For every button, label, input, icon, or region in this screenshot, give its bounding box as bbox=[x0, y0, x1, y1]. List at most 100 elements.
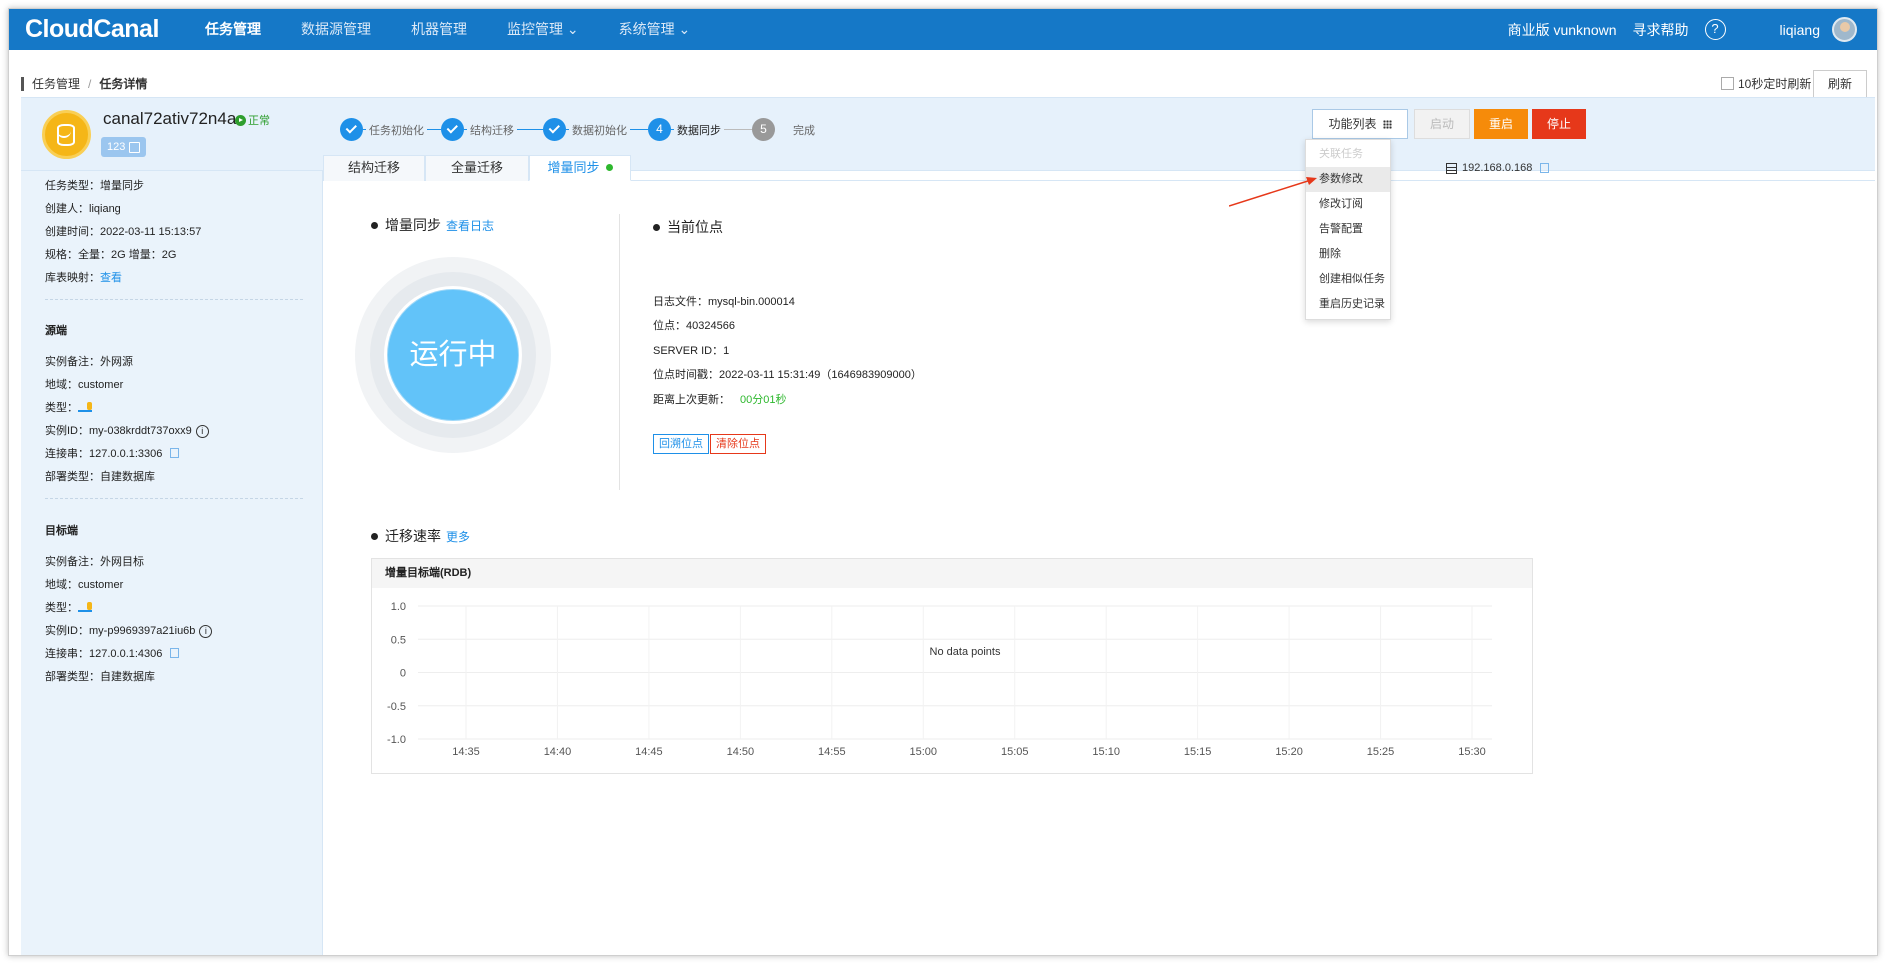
nav-item-machine[interactable]: 机器管理 bbox=[411, 9, 467, 50]
status-gauge: 运行中 bbox=[355, 257, 551, 453]
task-header: canal72ativ72n4a 正常 123 任务初始化 结构迁移 数据初始化… bbox=[21, 97, 1875, 171]
position-section-title: 当前位点 bbox=[653, 217, 723, 237]
edit-icon[interactable] bbox=[129, 141, 141, 153]
tab-bar: 结构迁移 全量迁移 增量同步 bbox=[323, 155, 631, 181]
target-deploy: 部署类型：自建数据库 bbox=[45, 671, 155, 683]
position-value: 位点：40324566 bbox=[653, 320, 735, 332]
rewind-position-button[interactable]: 回溯位点 bbox=[653, 434, 709, 454]
status-badge: 正常 bbox=[235, 112, 270, 128]
creator: 创建人：liqiang bbox=[45, 203, 121, 215]
task-tag[interactable]: 123 bbox=[101, 137, 147, 157]
step-label: 结构迁移 bbox=[470, 124, 514, 137]
view-mapping-link[interactable]: 查看 bbox=[100, 272, 122, 284]
x-tick-label: 14:35 bbox=[452, 746, 480, 758]
copy-icon[interactable] bbox=[170, 448, 180, 458]
chart-plot: 1.0 0.5 0 -0.5 -1.0 14:35 14:40 14:45 14:50 14:55… bbox=[387, 601, 1492, 758]
logo: CloudCanal bbox=[25, 15, 159, 43]
status-play-icon bbox=[235, 114, 246, 126]
x-tick-label: 15:15 bbox=[1184, 746, 1212, 758]
menu-item-delete[interactable]: 删除 bbox=[1306, 242, 1390, 267]
step-1: 任务初始化 bbox=[340, 118, 441, 141]
stop-button[interactable]: 停止 bbox=[1532, 109, 1586, 139]
copy-icon[interactable] bbox=[1540, 163, 1550, 173]
function-dropdown: 关联任务 参数修改 修改订阅 告警配置 删除 创建相似任务 重启历史记录 bbox=[1305, 139, 1391, 320]
nav-item-task[interactable]: 任务管理 bbox=[205, 9, 261, 50]
clear-position-button[interactable]: 清除位点 bbox=[710, 434, 766, 454]
target-region: 地域：customer bbox=[45, 579, 124, 591]
user-name[interactable]: liqiang bbox=[1780, 22, 1820, 38]
rate-chart: 增量目标端(RDB) 1.0 0.5 0 -0.5 -1.0 14:35 14:40 14:4… bbox=[371, 558, 1533, 774]
x-tick-label: 14:50 bbox=[727, 746, 755, 758]
chart-title: 增量目标端(RDB) bbox=[372, 559, 1532, 588]
refresh-button[interactable]: 刷新 bbox=[1813, 70, 1867, 98]
restart-button[interactable]: 重启 bbox=[1474, 109, 1528, 139]
ip-text: 192.168.0.168 bbox=[1462, 162, 1533, 174]
divider bbox=[45, 299, 303, 300]
rate-section-title: 迁移速率 更多 bbox=[371, 526, 470, 546]
step-number: 4 bbox=[648, 118, 671, 141]
info-icon[interactable]: i bbox=[199, 625, 213, 638]
x-tick-label: 15:30 bbox=[1458, 746, 1486, 758]
grid-icon bbox=[1382, 120, 1392, 129]
source-conn-text: 连接串：127.0.0.1:3306 bbox=[45, 448, 163, 460]
sync-title: 增量同步 bbox=[385, 217, 441, 233]
divider bbox=[45, 498, 303, 499]
task-name: canal72ativ72n4a bbox=[103, 109, 237, 128]
x-tick-label: 15:05 bbox=[1001, 746, 1029, 758]
auto-refresh[interactable]: 10秒定时刷新 bbox=[1721, 75, 1811, 92]
task-tag-text: 123 bbox=[107, 141, 126, 153]
source-id-text: 实例ID：my-038krddt737oxx9 bbox=[45, 425, 192, 437]
x-tick-label: 15:00 bbox=[910, 746, 938, 758]
step-label: 完成 bbox=[793, 124, 815, 137]
copy-icon[interactable] bbox=[170, 648, 180, 658]
tab-incremental-label: 增量同步 bbox=[547, 160, 600, 175]
step-line bbox=[630, 129, 648, 130]
rate-title: 迁移速率 bbox=[385, 528, 441, 544]
tab-structure[interactable]: 结构迁移 bbox=[323, 155, 425, 181]
target-type: 类型： bbox=[45, 599, 92, 615]
position-title: 当前位点 bbox=[667, 219, 723, 235]
y-tick-label: -0.5 bbox=[387, 701, 406, 713]
nav-item-monitor[interactable]: 监控管理 ⌄ bbox=[507, 9, 579, 50]
app-window: CloudCanal 任务管理 数据源管理 机器管理 监控管理 ⌄ 系统管理 ⌄… bbox=[8, 8, 1878, 956]
task-info-sidebar: 任务类型：增量同步 创建人：liqiang 创建时间：2022-03-11 15… bbox=[21, 171, 323, 955]
auto-refresh-checkbox[interactable] bbox=[1721, 77, 1734, 90]
menu-item-alert-config[interactable]: 告警配置 bbox=[1306, 217, 1390, 242]
tab-incremental[interactable]: 增量同步 bbox=[529, 155, 631, 181]
source-conn: 连接串：127.0.0.1:3306 bbox=[45, 445, 180, 461]
top-nav: CloudCanal 任务管理 数据源管理 机器管理 监控管理 ⌄ 系统管理 ⌄… bbox=[9, 9, 1877, 50]
step-3: 数据初始化 bbox=[543, 118, 648, 141]
breadcrumb-current: 任务详情 bbox=[99, 77, 148, 91]
y-tick-label: -1.0 bbox=[387, 734, 406, 746]
start-button[interactable]: 启动 bbox=[1414, 109, 1470, 139]
more-link[interactable]: 更多 bbox=[446, 528, 470, 545]
machine-ip: 192.168.0.168 bbox=[1446, 162, 1550, 174]
step-check-icon bbox=[543, 118, 566, 141]
nav-item-system[interactable]: 系统管理 ⌄ bbox=[619, 9, 691, 50]
tab-full[interactable]: 全量迁移 bbox=[425, 155, 529, 181]
avatar[interactable] bbox=[1832, 17, 1857, 42]
nav-right: 商业版 vunknown 寻求帮助 ? liqiang bbox=[1492, 9, 1857, 50]
source-deploy: 部署类型：自建数据库 bbox=[45, 471, 155, 483]
breadcrumb-root[interactable]: 任务管理 bbox=[32, 75, 80, 92]
y-tick-label: 1.0 bbox=[391, 601, 406, 613]
view-log-link[interactable]: 查看日志 bbox=[446, 217, 494, 234]
breadcrumb-separator: / bbox=[88, 76, 92, 91]
menu-item-create-similar[interactable]: 创建相似任务 bbox=[1306, 267, 1390, 292]
help-icon[interactable]: ? bbox=[1704, 19, 1726, 40]
info-icon[interactable]: i bbox=[195, 425, 209, 438]
function-list-button[interactable]: 功能列表 bbox=[1312, 109, 1408, 139]
create-time: 创建时间：2022-03-11 15:13:57 bbox=[45, 226, 202, 238]
source-region: 地域：customer bbox=[45, 379, 124, 391]
spec: 规格：全量：2G 增量：2G bbox=[45, 249, 177, 261]
progress-steps: 任务初始化 结构迁移 数据初始化 4 数据同步 5 完成 bbox=[340, 118, 818, 141]
help-link[interactable]: 寻求帮助 bbox=[1633, 20, 1689, 40]
bullet-icon bbox=[653, 223, 660, 231]
x-tick-label: 14:45 bbox=[635, 746, 663, 758]
x-tick-label: 15:20 bbox=[1275, 746, 1303, 758]
nav-item-datasource[interactable]: 数据源管理 bbox=[301, 9, 371, 50]
y-tick-label: 0.5 bbox=[391, 634, 406, 646]
nav-menu: 任务管理 数据源管理 机器管理 监控管理 ⌄ 系统管理 ⌄ bbox=[205, 9, 730, 50]
server-id: SERVER ID：1 bbox=[653, 345, 730, 357]
menu-item-restart-history[interactable]: 重启历史记录 bbox=[1306, 292, 1390, 317]
